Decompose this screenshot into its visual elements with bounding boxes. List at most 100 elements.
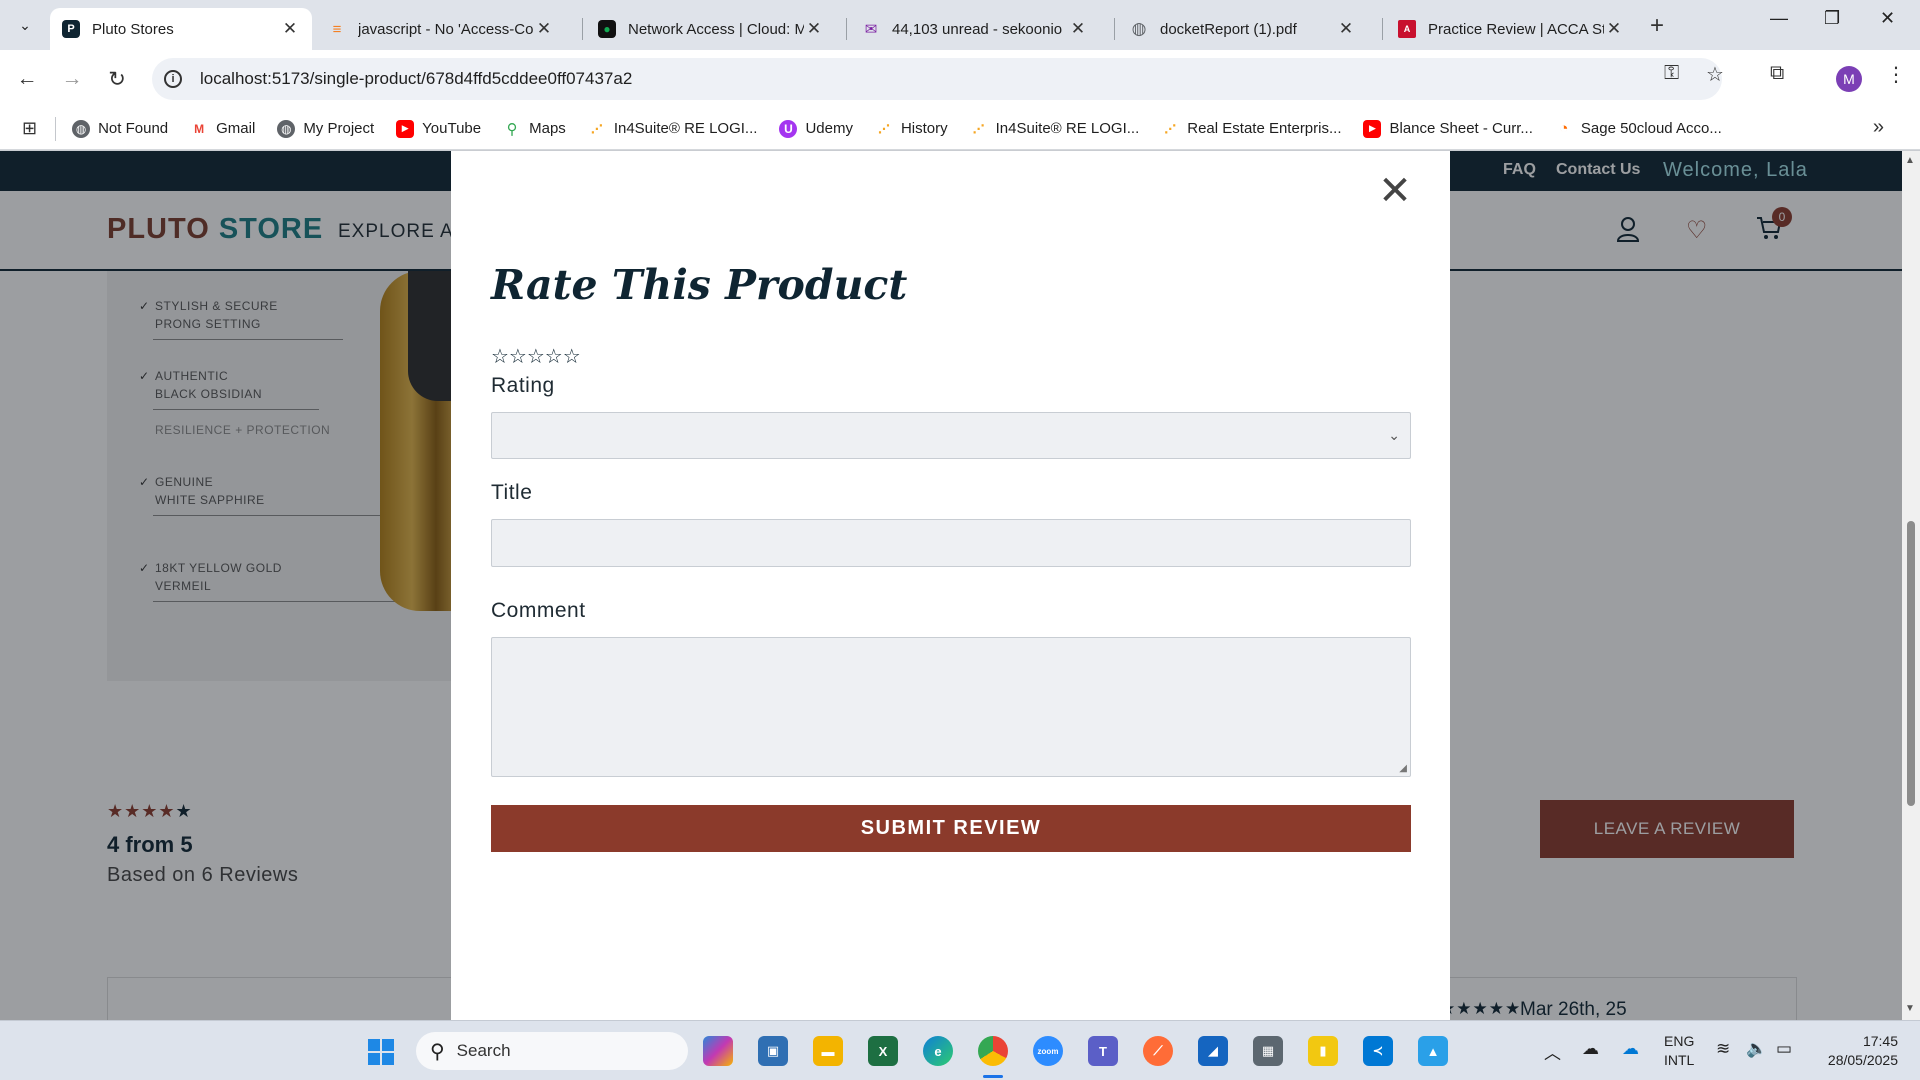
chevron-down-icon: ⌄	[1388, 427, 1400, 443]
scrollbar-thumb[interactable]	[1907, 521, 1915, 806]
vscode-icon[interactable]: ≺	[1363, 1036, 1393, 1066]
remote-desktop-icon[interactable]: ▣	[758, 1036, 788, 1066]
tab-close-icon[interactable]: ✕	[1604, 19, 1624, 39]
bookmark-udemy[interactable]: U Udemy	[779, 119, 853, 138]
bookmark-youtube[interactable]: ▶ YouTube	[396, 119, 482, 138]
edge-icon[interactable]: e	[923, 1036, 953, 1066]
password-key-icon[interactable]: ⚿	[1664, 62, 1679, 85]
tab-pluto-stores[interactable]: P Pluto Stores ✕	[50, 8, 312, 50]
teams-icon[interactable]: T	[1088, 1036, 1118, 1066]
power-bi-icon[interactable]: ▮	[1308, 1036, 1338, 1066]
rating-label: Rating	[491, 374, 555, 397]
bookmark-in4suite-2[interactable]: ⋰ In4Suite® RE LOGI...	[970, 120, 1140, 138]
back-arrow-icon[interactable]: ←	[12, 64, 42, 94]
submit-review-button[interactable]: SUBMIT REVIEW	[491, 805, 1411, 852]
rating-stars-input[interactable]: ☆☆☆☆☆	[491, 344, 581, 368]
tab-separator	[1382, 18, 1383, 40]
file-explorer-icon[interactable]: ▬	[813, 1036, 843, 1066]
tab-acca[interactable]: A Practice Review | ACCA Stu ✕	[1386, 8, 1636, 50]
comment-label: Comment	[491, 599, 586, 622]
minimize-icon[interactable]: —	[1770, 8, 1788, 29]
postman-icon[interactable]: ⟋	[1143, 1036, 1173, 1066]
globe-icon: ◍	[72, 119, 91, 138]
bookmark-label: YouTube	[422, 120, 482, 137]
excel-icon[interactable]: X	[868, 1036, 898, 1066]
tab-separator	[1114, 18, 1115, 40]
browser-menu-icon[interactable]: ⋮	[1886, 62, 1906, 87]
bookmark-label: Gmail	[216, 120, 256, 137]
address-bar[interactable]: i localhost:5173/single-product/678d4ffd…	[152, 58, 1722, 100]
tab-close-icon[interactable]: ✕	[1068, 19, 1088, 39]
taskbar-search[interactable]: ⚲ Search	[416, 1032, 688, 1070]
bookmark-real-estate[interactable]: ⋰ Real Estate Enterpris...	[1161, 120, 1341, 138]
calculator-icon[interactable]: ▦	[1253, 1036, 1283, 1066]
comment-textarea[interactable]: ◢	[491, 637, 1411, 777]
restore-icon[interactable]: ❐	[1824, 8, 1840, 29]
photos-icon[interactable]: ▲	[1418, 1036, 1448, 1066]
bookmark-my-project[interactable]: ◍ My Project	[277, 119, 375, 138]
url-text[interactable]: localhost:5173/single-product/678d4ffd5c…	[200, 69, 632, 89]
tab-separator	[846, 18, 847, 40]
tab-mongodb[interactable]: ● Network Access | Cloud: M ✕	[586, 8, 836, 50]
sage-icon: ◔	[1559, 120, 1569, 137]
scroll-up-arrow-icon[interactable]: ▲	[1905, 155, 1915, 166]
page-scrollbar[interactable]: ▲ ▼	[1902, 151, 1920, 1020]
chrome-icon[interactable]	[978, 1036, 1008, 1066]
in4suite-icon: ⋰	[972, 121, 985, 136]
title-input[interactable]	[491, 519, 1411, 567]
tab-search-icon[interactable]: ⌄	[8, 10, 42, 40]
bookmark-history[interactable]: ⋰ History	[875, 120, 948, 138]
bookmark-in4suite-1[interactable]: ⋰ In4Suite® RE LOGI...	[588, 120, 758, 138]
gmail-icon: M	[194, 121, 205, 136]
tab-close-icon[interactable]: ✕	[804, 19, 824, 39]
zoom-icon[interactable]: zoom	[1033, 1036, 1063, 1066]
bookmark-maps[interactable]: ⚲ Maps	[503, 120, 566, 138]
system-clock[interactable]: 17:45 28/05/2025	[1818, 1032, 1898, 1070]
tab-close-icon[interactable]: ✕	[280, 19, 300, 39]
battery-icon[interactable]: ▭	[1776, 1039, 1792, 1059]
copilot-icon[interactable]	[703, 1036, 733, 1066]
bookmark-not-found[interactable]: ◍ Not Found	[72, 119, 169, 138]
wifi-icon[interactable]: ≋	[1716, 1039, 1730, 1059]
modal-close-icon[interactable]: ✕	[1375, 171, 1415, 213]
tab-stackoverflow[interactable]: ≡ javascript - No 'Access-Co ✕	[316, 8, 566, 50]
windows-start-icon[interactable]	[368, 1039, 394, 1065]
snipping-tool-icon[interactable]: ◢	[1198, 1036, 1228, 1066]
bookmarks-overflow-icon[interactable]: »	[1873, 116, 1884, 139]
language-indicator[interactable]: ENG INTL	[1664, 1032, 1694, 1070]
clock-date: 28/05/2025	[1827, 1052, 1898, 1068]
apps-grid-icon[interactable]: ⊞	[22, 118, 37, 139]
scroll-down-arrow-icon[interactable]: ▼	[1905, 1003, 1915, 1014]
tab-title: javascript - No 'Access-Co	[358, 20, 534, 38]
bookmark-sage[interactable]: ◔ Sage 50cloud Acco...	[1555, 120, 1721, 138]
bookmark-balance-sheet[interactable]: ▶ Blance Sheet - Curr...	[1363, 119, 1533, 138]
onedrive-business-icon[interactable]: ☁	[1622, 1039, 1639, 1059]
rating-select[interactable]: ⌄	[491, 412, 1411, 459]
search-icon: ⚲	[430, 1040, 445, 1063]
clock-time: 17:45	[1862, 1033, 1898, 1049]
windows-taskbar: ⚲ Search ▣ ▬ X e zoom T ⟋ ◢ ▦ ▮ ≺ ▲ ︿ ☁ …	[0, 1020, 1920, 1080]
forward-arrow-icon[interactable]: →	[57, 64, 87, 94]
bookmark-gmail[interactable]: M Gmail	[190, 120, 255, 138]
taskbar-search-label: Search	[456, 1041, 511, 1060]
resize-grip-icon[interactable]: ◢	[1399, 763, 1407, 774]
bookmark-label: Not Found	[98, 120, 169, 137]
onedrive-icon[interactable]: ☁	[1582, 1039, 1599, 1059]
extensions-puzzle-icon[interactable]: ⧉	[1770, 62, 1784, 85]
tab-title: Pluto Stores	[92, 20, 174, 38]
tab-title: Network Access | Cloud: M	[628, 20, 804, 38]
tab-docket-pdf[interactable]: ◍ docketReport (1).pdf ✕	[1118, 8, 1368, 50]
tab-close-icon[interactable]: ✕	[1336, 19, 1356, 39]
volume-icon[interactable]: 🔈	[1746, 1039, 1767, 1059]
bookmark-label: History	[900, 120, 948, 137]
profile-avatar[interactable]: M	[1836, 66, 1862, 92]
tab-close-icon[interactable]: ✕	[534, 19, 554, 39]
reload-icon[interactable]: ↻	[102, 64, 132, 94]
bookmark-label: My Project	[303, 120, 375, 137]
new-tab-plus-icon[interactable]: +	[1650, 12, 1664, 40]
window-close-icon[interactable]: ✕	[1880, 8, 1895, 29]
bookmark-star-icon[interactable]: ☆	[1706, 62, 1724, 87]
tray-overflow-chevron-icon[interactable]: ︿	[1544, 1039, 1561, 1064]
site-info-icon[interactable]: i	[164, 70, 182, 88]
tab-mail[interactable]: ✉ 44,103 unread - sekoonio ✕	[850, 8, 1100, 50]
